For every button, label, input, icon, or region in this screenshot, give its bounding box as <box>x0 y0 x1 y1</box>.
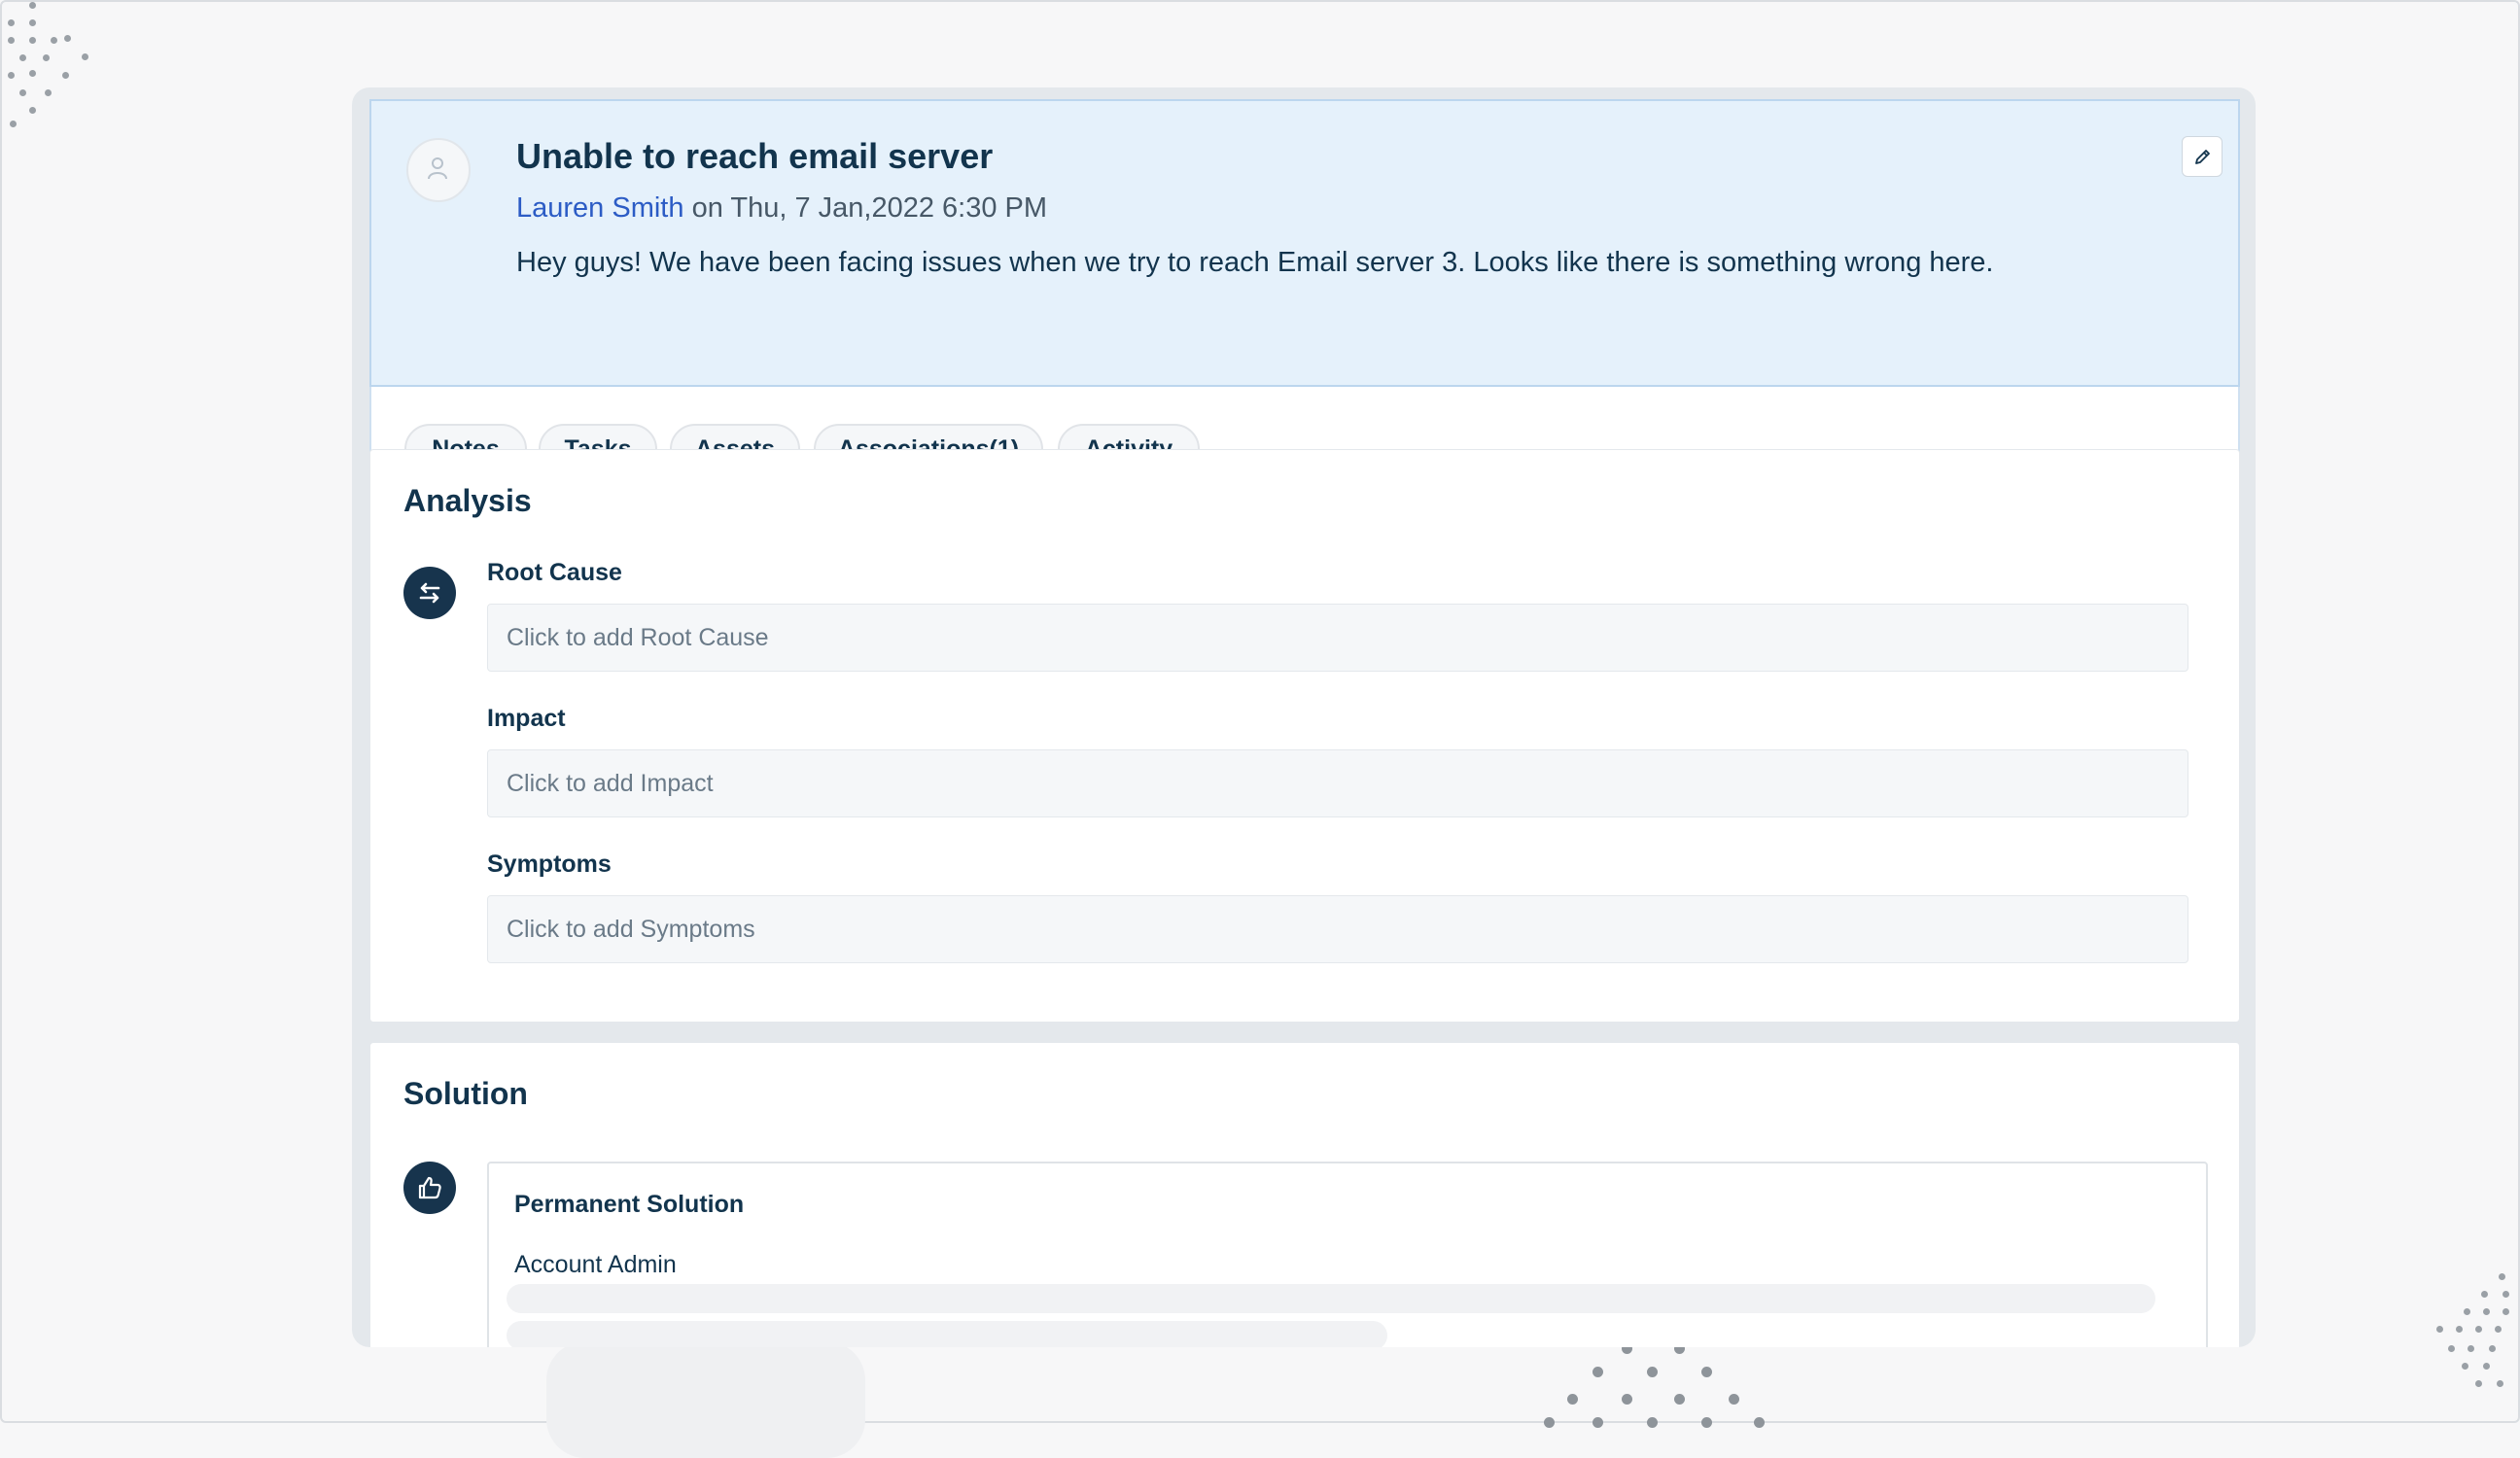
loading-skeleton-line <box>507 1321 1387 1347</box>
analysis-section: Analysis Root Cause Click to add Root Ca… <box>369 449 2240 1023</box>
permanent-solution-title: Permanent Solution <box>514 1191 745 1218</box>
symptoms-field[interactable]: Click to add Symptoms <box>487 895 2188 963</box>
decorative-blob <box>546 1341 865 1458</box>
ticket-title: Unable to reach email server <box>516 136 994 176</box>
decorative-dots-bottom-right <box>2421 1264 2518 1423</box>
section-title: Solution <box>403 1076 528 1111</box>
swap-arrows-icon <box>403 567 456 619</box>
avatar <box>406 138 471 202</box>
ticket-description: Hey guys! We have been facing issues whe… <box>516 247 1994 278</box>
ticket-meta: Lauren Smith on Thu, 7 Jan,2022 6:30 PM <box>516 192 1047 225</box>
decorative-dots-top-left <box>0 0 97 136</box>
root-cause-label: Root Cause <box>487 559 622 586</box>
ticket-timestamp: on Thu, 7 Jan,2022 6:30 PM <box>691 192 1048 224</box>
solution-author: Account Admin <box>514 1251 677 1278</box>
solution-section: Solution Permanent Solution Account Admi… <box>369 1042 2240 1347</box>
edit-button[interactable] <box>2182 136 2222 177</box>
loading-skeleton-line <box>507 1284 2155 1313</box>
permanent-solution-card[interactable]: Permanent Solution Account Admin <box>487 1162 2208 1347</box>
impact-label: Impact <box>487 705 566 732</box>
author-link[interactable]: Lauren Smith <box>516 192 684 224</box>
section-title: Analysis <box>403 483 532 518</box>
root-cause-field[interactable]: Click to add Root Cause <box>487 604 2188 672</box>
thumbs-up-icon <box>403 1162 456 1214</box>
impact-field[interactable]: Click to add Impact <box>487 749 2188 817</box>
symptoms-label: Symptoms <box>487 850 612 878</box>
ticket-card: Unable to reach email server Lauren Smit… <box>352 87 2256 1347</box>
pencil-icon <box>2195 150 2210 164</box>
user-icon <box>428 157 447 180</box>
decorative-dots-bottom-center <box>1536 1341 1789 1428</box>
ticket-header: Unable to reach email server Lauren Smit… <box>369 99 2240 387</box>
